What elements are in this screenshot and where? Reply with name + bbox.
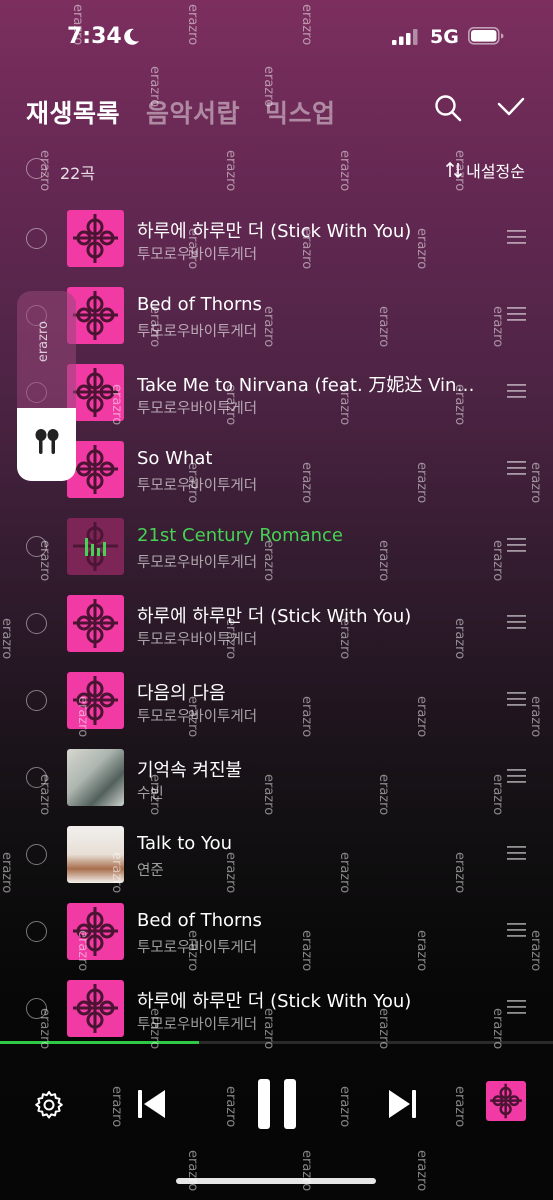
drag-handle-icon[interactable] (507, 769, 526, 783)
sort-label: 내설정순 (466, 162, 525, 181)
track-artist: 투모로우바이투게더 (137, 478, 258, 494)
track-artist: 수빈 (137, 786, 164, 802)
airpods-widget-label: erazro (36, 321, 51, 363)
track-artist: 투모로우바이투게더 (137, 401, 258, 417)
track-checkbox[interactable] (26, 536, 47, 557)
list-toolbar: 22곡 내설정순 (0, 152, 553, 188)
drag-handle-icon[interactable] (507, 846, 526, 860)
drag-handle-icon[interactable] (507, 461, 526, 475)
track-checkbox[interactable] (26, 690, 47, 711)
track-row-now-playing[interactable]: 21st Century Romance 투모로우바이투게더 (0, 508, 553, 585)
track-artist: 투모로우바이투게더 (137, 324, 258, 340)
album-cover (67, 826, 124, 883)
track-artist: 투모로우바이투게더 (137, 632, 258, 648)
drag-handle-icon[interactable] (507, 1000, 526, 1014)
track-row[interactable]: So What 투모로우바이투게더 (0, 431, 553, 508)
album-cover (67, 903, 124, 960)
track-title: 하루에 하루만 더 (Stick With You) (137, 221, 412, 242)
network-type: 5G (430, 26, 459, 48)
select-all-checkbox[interactable] (26, 158, 47, 179)
track-row[interactable]: 다음의 다음 투모로우바이투게더 (0, 662, 553, 739)
album-cover-now-playing (67, 518, 124, 575)
drag-handle-icon[interactable] (507, 384, 526, 398)
battery-icon (468, 27, 504, 45)
track-title: So What (137, 448, 213, 469)
track-artist: 연준 (137, 863, 164, 879)
airpods-icon (35, 429, 59, 454)
moon-icon (124, 28, 139, 45)
search-icon[interactable] (434, 94, 462, 122)
drag-handle-icon[interactable] (507, 692, 526, 706)
track-row[interactable]: Bed of Thorns 투모로우바이투게더 (0, 277, 553, 354)
drag-handle-icon[interactable] (507, 230, 526, 244)
checkmark-select-icon[interactable] (497, 96, 525, 120)
player-bar (0, 1044, 553, 1200)
tab-playlist[interactable]: 재생목록 (26, 94, 120, 130)
track-row[interactable]: Talk to You 연준 (0, 816, 553, 893)
track-row[interactable]: Take Me to Nirvana (feat. 万妮达 Vinida Wen… (0, 354, 553, 431)
track-title: 하루에 하루만 더 (Stick With You) (137, 606, 412, 627)
track-title: 기억속 켜진불 (137, 760, 243, 781)
track-artist: 투모로우바이투게더 (137, 940, 258, 956)
airpods-widget-bottom[interactable] (17, 408, 76, 481)
album-cover (67, 749, 124, 806)
track-row[interactable]: Bed of Thorns 투모로우바이투게더 (0, 893, 553, 970)
now-playing-cover[interactable] (486, 1081, 526, 1121)
track-checkbox[interactable] (26, 844, 47, 865)
track-title: Bed of Thorns (137, 294, 262, 315)
track-title: Take Me to Nirvana (feat. 万妮达 Vinida Wen… (137, 375, 477, 396)
home-indicator[interactable] (176, 1178, 376, 1184)
track-checkbox[interactable] (26, 998, 47, 1019)
album-cover (67, 980, 124, 1037)
track-checkbox[interactable] (26, 228, 47, 249)
album-cover (67, 595, 124, 652)
tab-mixup[interactable]: 믹스업 (265, 94, 336, 130)
drag-handle-icon[interactable] (507, 615, 526, 629)
equalizer-icon (85, 538, 106, 556)
track-title: 하루에 하루만 더 (Stick With You) (137, 991, 412, 1012)
track-row[interactable]: 기억속 켜진불 수빈 (0, 739, 553, 816)
track-checkbox[interactable] (26, 767, 47, 788)
track-row[interactable]: 하루에 하루만 더 (Stick With You) 투모로우바이투게더 (0, 200, 553, 277)
status-time: 7:34 (67, 24, 122, 49)
sort-arrows-icon (446, 161, 463, 179)
tab-music-drawer[interactable]: 음악서랍 (146, 94, 240, 130)
previous-track-icon[interactable] (137, 1088, 167, 1120)
drag-handle-icon[interactable] (507, 538, 526, 552)
next-track-icon[interactable] (387, 1088, 417, 1120)
track-title: 다음의 다음 (137, 683, 226, 704)
gear-icon[interactable] (33, 1089, 65, 1121)
track-artist: 투모로우바이투게더 (137, 1017, 258, 1033)
track-title: 21st Century Romance (137, 525, 344, 546)
cellular-signal-icon (392, 29, 418, 45)
track-artist: 투모로우바이투게더 (137, 247, 258, 263)
airpods-widget-top: erazro (17, 291, 76, 408)
track-row[interactable]: 하루에 하루만 더 (Stick With You) 투모로우바이투게더 (0, 970, 553, 1047)
pause-icon[interactable] (256, 1078, 298, 1130)
track-checkbox[interactable] (26, 921, 47, 942)
track-count: 22곡 (60, 164, 96, 183)
album-cover (67, 672, 124, 729)
track-title: Bed of Thorns (137, 910, 262, 931)
status-bar: 7:34 5G (0, 0, 553, 70)
drag-handle-icon[interactable] (507, 307, 526, 321)
airpods-widget[interactable]: erazro (17, 291, 76, 481)
track-row[interactable]: 하루에 하루만 더 (Stick With You) 투모로우바이투게더 (0, 585, 553, 662)
sort-button[interactable]: 내설정순 (445, 158, 525, 182)
track-checkbox[interactable] (26, 613, 47, 634)
track-artist: 투모로우바이투게더 (137, 555, 258, 571)
album-cover (67, 210, 124, 267)
header: 재생목록 음악서랍 믹스업 (0, 80, 553, 140)
track-title: Talk to You (137, 833, 233, 854)
track-artist: 투모로우바이투게더 (137, 709, 258, 725)
drag-handle-icon[interactable] (507, 923, 526, 937)
